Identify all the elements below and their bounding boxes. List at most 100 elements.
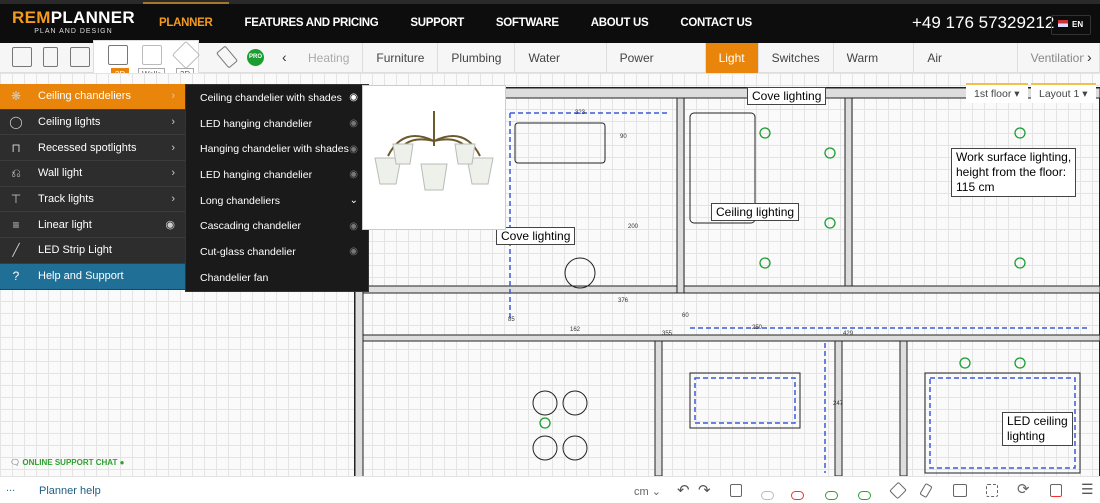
language-selector[interactable]: EN (1051, 15, 1091, 35)
question-icon: ? (12, 269, 20, 284)
fit-screen-icon[interactable] (986, 484, 998, 497)
flag-icon (1058, 20, 1068, 27)
led-strip-icon: ╱ (12, 243, 20, 258)
header: REMPLANNER PLAN AND DESIGN PLANNER FEATUR… (0, 0, 1100, 43)
eraser-icon[interactable] (889, 481, 907, 500)
submenu-item[interactable]: LED hanging chandelier ◉ (186, 111, 368, 137)
area-measure-icon[interactable] (215, 45, 239, 69)
submenu-item[interactable]: Hanging chandelier with shades ◉ (186, 136, 368, 162)
eye-icon[interactable]: ◉ (349, 221, 358, 232)
planner-help-link[interactable]: Planner help (39, 485, 101, 497)
chandelier-preview-image (362, 85, 506, 230)
menu-item-recessed-spotlights[interactable]: ⊓ Recessed spotlights › (0, 135, 185, 162)
dim-label: 376 (618, 298, 629, 304)
nav-features[interactable]: FEATURES AND PRICING (229, 4, 395, 43)
unit-selector[interactable]: cm ⌄ (634, 485, 661, 498)
eye-icon[interactable]: ◉ (349, 144, 358, 155)
chevron-right-icon: › (171, 90, 175, 103)
toggle-visibility[interactable] (858, 491, 871, 500)
nav-contact[interactable]: CONTACT US (664, 4, 768, 43)
open-file-icon[interactable] (43, 47, 58, 67)
tabs-next-arrow[interactable]: › (1084, 49, 1095, 65)
wall-light-icon: ⎌ (11, 165, 21, 180)
ceiling-light-icon: ◯ (9, 115, 23, 130)
tab-light[interactable]: Light (705, 43, 759, 73)
trash-icon[interactable] (730, 484, 742, 497)
submenu-item[interactable]: Chandelier fan (186, 265, 368, 291)
menu-item-help-support[interactable]: ? Help and Support (0, 263, 185, 290)
menu-item-linear-light[interactable]: ≡ Linear light ◉ (0, 212, 185, 239)
print-pdf-icon[interactable] (70, 47, 90, 67)
save-icon[interactable] (12, 47, 32, 67)
undo-icon[interactable]: ↶ (677, 481, 690, 499)
walls-icon[interactable] (142, 45, 162, 65)
dim-label: 162 (570, 327, 581, 333)
plan-label-work-surface[interactable]: Work surface lighting, height from the fl… (951, 148, 1077, 197)
tab-water-supply[interactable]: Water supply (515, 43, 607, 95)
nav-about[interactable]: ABOUT US (575, 4, 665, 43)
tab-furniture[interactable]: Furniture (363, 43, 439, 73)
eye-icon[interactable]: ◉ (349, 246, 358, 257)
comment-icon[interactable] (953, 484, 967, 497)
dim-label: 355 (662, 331, 673, 337)
plan-label-led-ceiling[interactable]: LED ceiling lighting (1002, 412, 1073, 446)
dim-label: 60 (682, 313, 689, 319)
settings-sliders-icon[interactable]: ☰ (1081, 481, 1094, 498)
submenu-item[interactable]: LED hanging chandelier ◉ (186, 162, 368, 188)
delete-all-icon[interactable] (1050, 484, 1062, 497)
submenu-item[interactable]: Ceiling chandelier with shades ◉ (186, 85, 368, 111)
pencil-icon[interactable] (919, 482, 933, 499)
submenu-item[interactable]: Long chandeliers ⌄ (186, 188, 368, 214)
menu-item-track-lights[interactable]: ⊤ Track lights › (0, 187, 185, 213)
plan-label-ceiling-lighting[interactable]: Ceiling lighting (711, 203, 800, 221)
layout-selector[interactable]: Layout 1 ▾ (1031, 83, 1096, 103)
plan-label-cove-lighting[interactable]: Cove lighting (747, 87, 827, 105)
submenu-item[interactable]: Cascading chandelier ◉ (186, 213, 368, 239)
menu-item-wall-light[interactable]: ⎌ Wall light › (0, 161, 185, 187)
bottom-bar: ... Planner help cm ⌄ ↶ ↷ ⟳ ☰ (0, 476, 1100, 503)
eye-icon[interactable]: ◉ (165, 218, 185, 231)
spotlight-icon: ⊓ (11, 140, 21, 155)
dim-label: 429 (843, 331, 854, 337)
tabs-prev-arrow[interactable]: ‹ (282, 49, 287, 65)
online-support-chat[interactable]: 🗨 ONLINE SUPPORT CHAT ● (10, 458, 124, 467)
toggle-dimensions[interactable] (761, 491, 774, 500)
logo-tagline: PLAN AND DESIGN (34, 28, 113, 35)
tab-power-sockets[interactable]: Power sockets (607, 43, 706, 95)
plan-label-cove-lighting[interactable]: Cove lighting (496, 227, 576, 245)
toggle-sizes[interactable] (825, 491, 838, 500)
toggle-save[interactable] (791, 491, 804, 500)
linear-light-icon: ≡ (12, 217, 20, 232)
floor-selector[interactable]: 1st floor ▾ (966, 83, 1028, 103)
nav-planner[interactable]: PLANNER (143, 2, 229, 43)
chevron-right-icon: › (171, 193, 175, 206)
redo-icon[interactable]: ↷ (698, 481, 711, 499)
tab-air-conditioners[interactable]: Air conditioners (914, 43, 1018, 95)
submenu-item[interactable]: Cut-glass chandelier ◉ (186, 239, 368, 265)
nav-software[interactable]: SOFTWARE (480, 4, 575, 43)
phone-number[interactable]: +49 176 57329212 (912, 13, 1054, 33)
view-3d-icon[interactable] (171, 40, 201, 70)
nav-support[interactable]: SUPPORT (394, 4, 480, 43)
rotate-icon[interactable]: ⟳ (1017, 480, 1030, 498)
chevron-down-icon[interactable]: ⌄ (350, 195, 358, 206)
eye-icon[interactable]: ◉ (349, 92, 358, 103)
menu-item-ceiling-chandeliers[interactable]: ❋ Ceiling chandeliers › (0, 84, 185, 110)
logo[interactable]: REMPLANNER PLAN AND DESIGN (12, 8, 135, 36)
category-menu: ❋ Ceiling chandeliers › ◯ Ceiling lights › ⊓… (0, 84, 185, 290)
menu-item-led-strip-light[interactable]: ╱ LED Strip Light (0, 238, 185, 264)
plan-2d-icon[interactable] (108, 45, 128, 65)
dim-label: 90 (620, 134, 627, 140)
chat-icon: 🗨 (10, 458, 21, 467)
menu-item-ceiling-lights[interactable]: ◯ Ceiling lights › (0, 110, 185, 136)
dim-label: 250 (752, 325, 763, 331)
tab-switches[interactable]: Switches (759, 43, 834, 73)
eye-icon[interactable]: ◉ (349, 169, 358, 180)
pro-badge[interactable]: PRO (247, 49, 264, 66)
tab-warm-floor[interactable]: Warm floor (834, 43, 915, 95)
eye-icon[interactable]: ◉ (349, 118, 358, 129)
dim-label: 323 (575, 110, 586, 116)
dim-label: 200 (628, 224, 639, 230)
tab-heating[interactable]: Heating (295, 43, 364, 73)
tab-plumbing[interactable]: Plumbing (438, 43, 516, 73)
